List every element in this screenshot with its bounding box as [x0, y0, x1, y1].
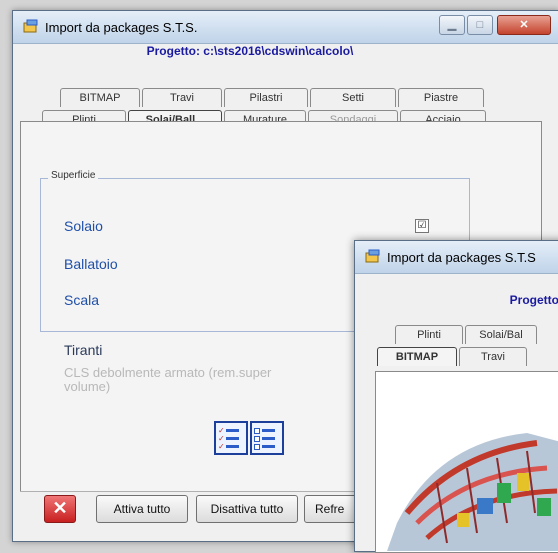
tab-bitmap[interactable]: BITMAP: [60, 88, 140, 107]
window-title: Import da packages S.T.S.: [45, 20, 198, 35]
window-title-secondary: Import da packages S.T.S: [387, 250, 536, 265]
structure-render-image: [377, 373, 558, 551]
tab-travi-secondary[interactable]: Travi: [459, 347, 527, 366]
option-tiranti[interactable]: Tiranti: [64, 342, 102, 358]
project-line: Progetto: c:\sts2016\cdswin\calcolo\: [20, 44, 480, 58]
tab-row-1: BITMAP Travi Pilastri Setti Piastre: [60, 88, 486, 108]
tab-solai-secondary[interactable]: Solai/Bal: [465, 325, 537, 344]
deactivate-all-button[interactable]: Disattiva tutto: [196, 495, 298, 523]
list-line: [262, 437, 275, 440]
import-window-secondary: Import da packages S.T.S Progetto: Plint…: [354, 240, 558, 553]
maximize-button[interactable]: □: [467, 15, 493, 35]
minimize-icon: ▁: [447, 19, 457, 31]
tab-bitmap-secondary[interactable]: BITMAP: [377, 347, 457, 366]
tick-icon: ✓: [218, 442, 225, 451]
list-line: [226, 445, 239, 448]
tab-row-secondary-1: Plinti Solai/Bal: [395, 325, 539, 345]
tab-piastre[interactable]: Piastre: [398, 88, 484, 107]
list-line: [226, 437, 239, 440]
project-path: c:\sts2016\cdswin\calcolo\: [203, 44, 354, 58]
project-label: Progetto:: [146, 44, 200, 58]
app-icon: [365, 249, 380, 263]
tab-plinti-secondary[interactable]: Plinti: [395, 325, 463, 344]
cls-text-line1: CLS debolmente armato (rem.super: [64, 365, 272, 380]
list-line: [226, 429, 239, 432]
list-line: [262, 429, 275, 432]
project-label-secondary: Progetto:: [509, 293, 558, 307]
minimize-button[interactable]: ▁: [439, 15, 465, 35]
activate-all-button[interactable]: Attiva tutto: [96, 495, 188, 523]
uncheck-all-icon-button[interactable]: [250, 421, 284, 455]
tab-setti[interactable]: Setti: [310, 88, 396, 107]
box-icon: [254, 444, 260, 450]
close-icon: ✕: [519, 19, 529, 31]
box-icon: [254, 428, 260, 434]
option-ballatoio[interactable]: Ballatoio: [64, 256, 118, 272]
group-title: Superficie: [48, 170, 99, 181]
cls-text-line2: volume): [64, 379, 111, 394]
tab-pilastri[interactable]: Pilastri: [224, 88, 308, 107]
close-window-button[interactable]: ✕: [497, 15, 551, 35]
check-all-icon-button[interactable]: ✓ ✓ ✓: [214, 421, 248, 455]
maximize-icon: □: [476, 19, 484, 31]
solaio-checkbox[interactable]: ☑: [415, 219, 429, 233]
tab-travi[interactable]: Travi: [142, 88, 222, 107]
tab-row-secondary-2: BITMAP Travi: [377, 347, 529, 367]
title-bar-secondary[interactable]: Import da packages S.T.S: [355, 241, 558, 274]
cancel-button[interactable]: ✕: [44, 495, 76, 523]
option-solaio[interactable]: Solaio: [64, 218, 103, 234]
list-line: [262, 445, 275, 448]
cls-label: CLS debolmente armato (rem.super volume): [64, 366, 364, 394]
option-scala[interactable]: Scala: [64, 292, 99, 308]
box-icon: [254, 436, 260, 442]
title-bar[interactable]: Import da packages S.T.S. ▁ □ ✕: [13, 11, 558, 44]
app-icon: [23, 19, 38, 33]
